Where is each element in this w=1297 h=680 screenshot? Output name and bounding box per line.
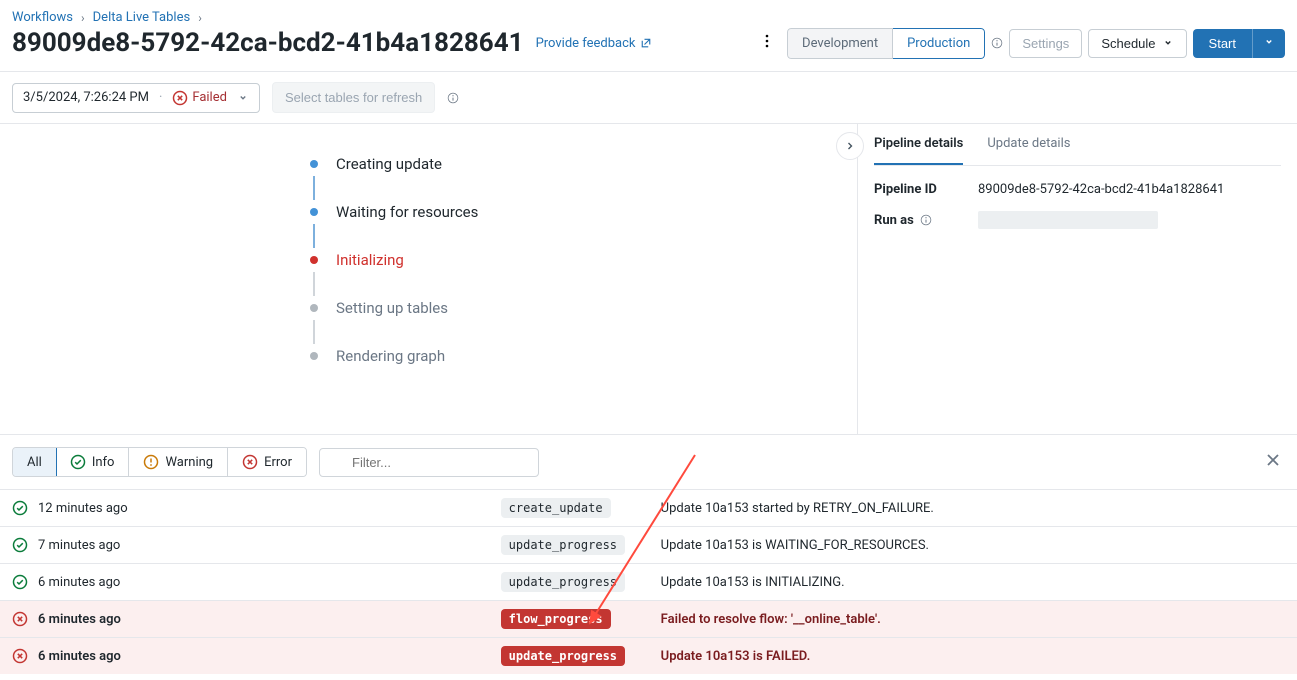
start-group: Start [1193,29,1285,58]
log-time: 7 minutes ago [38,538,120,553]
stage-dot [310,160,318,168]
check-circle-icon [12,537,28,553]
info-icon[interactable] [920,214,932,226]
filter-warning[interactable]: Warning [129,448,228,476]
external-link-icon [640,37,652,49]
details-sidebar: Pipeline details Update details Pipeline… [857,124,1297,434]
check-circle-icon [70,454,86,470]
filter-all[interactable]: All [12,447,57,477]
error-icon [172,90,188,106]
chevron-right-icon: › [198,11,202,25]
run-status-label: Failed [192,90,227,105]
breadcrumb-dlt[interactable]: Delta Live Tables [93,10,191,25]
collapse-sidebar-button[interactable] [836,132,864,160]
stage-dot [310,352,318,360]
settings-button[interactable]: Settings [1009,29,1082,58]
pipeline-canvas: Creating update Waiting for resources In… [0,124,857,434]
log-row[interactable]: 7 minutes ago update_progress Update 10a… [0,527,1297,564]
chevron-right-icon: › [81,11,85,25]
chevron-down-icon [1162,37,1174,49]
log-tag: create_update [501,498,611,518]
error-icon [12,648,28,664]
filter-info-label: Info [92,455,115,470]
info-icon[interactable] [447,92,459,104]
log-time: 6 minutes ago [38,612,121,627]
log-time: 12 minutes ago [38,501,128,516]
stage-initializing: Initializing [336,251,404,269]
error-icon [12,611,28,627]
log-row[interactable]: 6 minutes ago update_progress Update 10a… [0,564,1297,601]
start-button[interactable]: Start [1193,29,1252,58]
chevron-down-icon [237,92,249,104]
log-tag: update_progress [501,646,625,666]
page-title: 89009de8-5792-42ca-bcd2-41b4a1828641 [12,28,524,58]
pipeline-id-label: Pipeline ID [874,182,978,197]
breadcrumb: Workflows › Delta Live Tables › [0,0,1297,25]
pipeline-id-value: 89009de8-5792-42ca-bcd2-41b4a1828641 [978,182,1224,197]
log-table: 12 minutes ago create_update Update 10a1… [0,489,1297,674]
chevron-down-icon [1263,36,1275,48]
stage-dot [310,304,318,312]
log-message: Update 10a153 is INITIALIZING. [649,564,1297,601]
close-icon [1265,452,1281,468]
start-dropdown-button[interactable] [1252,29,1285,58]
stage-creating-update: Creating update [336,155,442,173]
log-message: Update 10a153 is WAITING_FOR_RESOURCES. [649,527,1297,564]
stage-dot [310,256,318,264]
info-icon[interactable] [991,37,1003,49]
log-level-filter: All Info Warning Error [12,447,307,477]
provide-feedback-link[interactable]: Provide feedback [536,36,652,51]
run-as-label: Run as [874,213,914,228]
log-row[interactable]: 6 minutes ago update_progress Update 10a… [0,638,1297,675]
check-circle-icon [12,500,28,516]
stage-dot [310,208,318,216]
filter-warning-label: Warning [165,455,213,470]
close-logs-button[interactable] [1261,448,1285,476]
filter-error[interactable]: Error [228,448,306,476]
stage-setting-up-tables: Setting up tables [336,299,448,317]
mode-segment: Development Production [787,28,985,59]
log-message: Update 10a153 started by RETRY_ON_FAILUR… [649,490,1297,527]
select-tables-button: Select tables for refresh [272,82,435,113]
filter-info[interactable]: Info [56,448,130,476]
warning-icon [143,454,159,470]
log-message: Failed to resolve flow: '__online_table'… [649,601,1297,638]
kebab-icon [759,33,775,49]
log-tag: update_progress [501,572,625,592]
log-time: 6 minutes ago [38,649,121,664]
log-row[interactable]: 6 minutes ago flow_progress Failed to re… [0,601,1297,638]
chevron-right-icon [844,140,856,152]
breadcrumb-workflows[interactable]: Workflows [12,10,73,25]
production-tab[interactable]: Production [893,28,985,59]
provide-feedback-label: Provide feedback [536,36,636,51]
stage-rendering-graph: Rendering graph [336,347,445,365]
log-row[interactable]: 12 minutes ago create_update Update 10a1… [0,490,1297,527]
stage-waiting-resources: Waiting for resources [336,203,478,221]
schedule-button[interactable]: Schedule [1088,29,1186,58]
run-timestamp: 3/5/2024, 7:26:24 PM [23,90,149,105]
error-icon [242,454,258,470]
log-time: 6 minutes ago [38,575,120,590]
run-selector[interactable]: 3/5/2024, 7:26:24 PM · Failed [12,83,260,113]
more-options-button[interactable] [753,27,781,59]
tab-pipeline-details[interactable]: Pipeline details [874,124,963,165]
filter-error-label: Error [264,455,292,470]
log-tag: update_progress [501,535,625,555]
log-message: Update 10a153 is FAILED. [649,638,1297,675]
development-tab[interactable]: Development [787,28,893,59]
log-filter-input[interactable] [319,448,539,477]
check-circle-icon [12,574,28,590]
run-as-value [978,211,1158,229]
run-status-failed: Failed [172,90,227,106]
tab-update-details[interactable]: Update details [987,124,1070,165]
log-tag: flow_progress [501,609,611,629]
schedule-label: Schedule [1101,36,1155,51]
